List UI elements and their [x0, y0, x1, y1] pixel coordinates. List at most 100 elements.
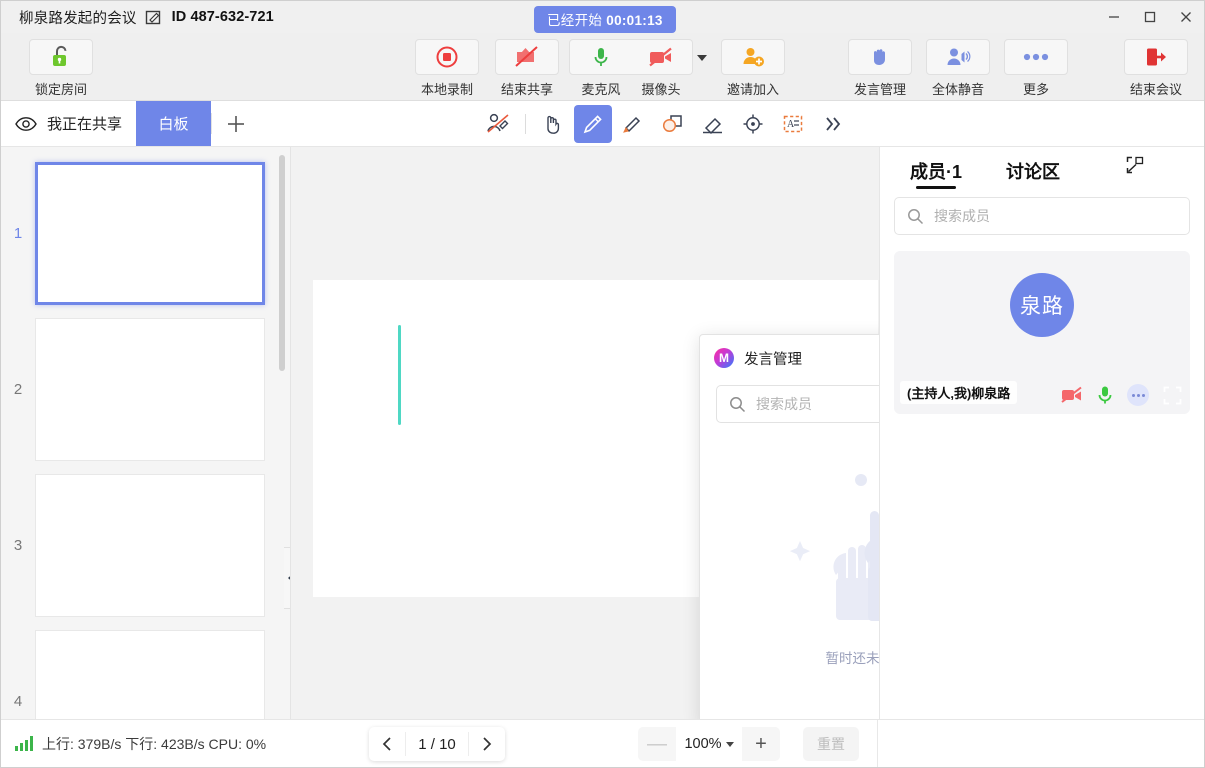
zoom-level-select[interactable]: 100%	[676, 727, 742, 761]
mute-all-label: 全体静音	[931, 82, 984, 97]
lock-room-icon-box	[29, 39, 93, 75]
slide-preview[interactable]	[35, 473, 265, 617]
edit-icon[interactable]	[145, 9, 162, 26]
close-button[interactable]	[1168, 1, 1204, 33]
shapes-icon[interactable]	[654, 105, 692, 143]
zoom-in-button[interactable]: +	[742, 727, 780, 761]
end-meeting-label: 结束会议	[1129, 82, 1182, 97]
search-icon	[730, 396, 746, 412]
speech-manage-icon-box	[848, 39, 912, 75]
title-bar: 柳泉路发起的会议 ID 487-632-721 已经开始 00:01:13	[1, 1, 1204, 33]
end-meeting-button[interactable]: 结束会议	[1120, 39, 1192, 98]
end-share-button[interactable]: 结束共享	[491, 39, 563, 98]
more-icon[interactable]	[1127, 384, 1149, 406]
dialog-title: 发言管理	[744, 351, 802, 368]
zoom-level-value: 100%	[684, 736, 722, 752]
slide-preview[interactable]	[35, 161, 265, 305]
logo-glyph: M	[719, 351, 729, 365]
slide-thumbnail[interactable]: 4	[1, 623, 290, 719]
eye-icon	[15, 116, 37, 131]
disable-annotation-icon[interactable]	[479, 105, 517, 143]
dialog-search-input[interactable]: 搜索成员	[716, 385, 879, 423]
camera-button[interactable]: 摄像头	[629, 39, 693, 98]
slide-number: 2	[13, 380, 23, 398]
laser-pointer-icon[interactable]	[734, 105, 772, 143]
camera-label: 摄像头	[641, 82, 681, 97]
participant-tile[interactable]: 泉路 (主持人,我)柳泉路	[894, 251, 1190, 414]
stop-share-icon	[515, 46, 538, 67]
eraser-icon[interactable]	[694, 105, 732, 143]
dialog-search-placeholder: 搜索成员	[756, 396, 812, 412]
timer-prefix: 已经开始	[547, 13, 603, 28]
main-toolbar: 锁定房间 本地录制 结束共享 麦克风 摄像头 邀请加入 发言管理 全体静音 更多…	[1, 33, 1204, 101]
mute-all-button[interactable]: 全体静音	[922, 39, 994, 98]
participant-controls	[1061, 384, 1182, 406]
empty-state-text: 暂时还未有人申请发言	[825, 651, 880, 666]
app-logo-icon: M	[714, 348, 734, 368]
mute-all-icon	[947, 48, 971, 65]
ellipsis-icon	[1023, 53, 1049, 61]
end-share-icon-box	[495, 39, 559, 75]
fullscreen-icon[interactable]	[1163, 386, 1182, 405]
microphone-icon[interactable]	[1097, 385, 1113, 405]
chevron-down-icon	[725, 741, 734, 747]
zoom-out-button[interactable]: —	[638, 727, 676, 761]
exit-door-icon	[1147, 48, 1166, 66]
tab-whiteboard[interactable]: 白板	[136, 101, 212, 146]
unlocked-padlock-icon	[53, 45, 67, 66]
zoom-controls: — 100% +	[638, 727, 780, 761]
microphone-button[interactable]: 麦克风	[569, 39, 633, 98]
meeting-id: ID 487-632-721	[171, 9, 274, 25]
hand-pointer-icon[interactable]	[534, 105, 572, 143]
slide-thumbnail-panel: 1 2 3 4	[1, 147, 291, 719]
thumbnail-scrollbar[interactable]	[279, 155, 285, 371]
next-page-button[interactable]	[469, 727, 505, 761]
member-search-input[interactable]: 搜索成员	[894, 197, 1190, 235]
network-status: 上行: 379B/s 下行: 423B/s CPU: 0%	[1, 734, 266, 754]
slide-thumbnail[interactable]: 2	[1, 311, 290, 467]
pencil-icon[interactable]	[574, 105, 612, 143]
timer-value: 00:01:13	[606, 13, 663, 28]
highlighter-icon[interactable]	[614, 105, 652, 143]
whiteboard-toolbar: A	[479, 101, 852, 147]
network-stats: 上行: 379B/s 下行: 423B/s CPU: 0%	[42, 735, 267, 752]
tab-members[interactable]: 成员·1	[888, 147, 984, 195]
slide-preview[interactable]	[35, 629, 265, 719]
speech-manage-button[interactable]: 发言管理	[844, 39, 916, 98]
chevron-left-icon	[382, 737, 391, 751]
prev-page-button[interactable]	[369, 727, 405, 761]
reset-button[interactable]: 重置	[803, 727, 859, 761]
minimize-button[interactable]	[1096, 1, 1132, 33]
add-tab-button[interactable]	[212, 101, 260, 146]
camera-off-icon[interactable]	[1061, 386, 1083, 404]
sharing-label: 我正在共享	[47, 116, 123, 133]
tool-divider	[525, 114, 526, 134]
camera-icon-box	[629, 39, 693, 75]
slide-thumbnail[interactable]: 3	[1, 467, 290, 623]
statusbar-divider	[877, 720, 878, 767]
slide-preview[interactable]	[35, 317, 265, 461]
meeting-title: 柳泉路发起的会议	[19, 10, 137, 27]
chevron-right-icon	[483, 737, 492, 751]
slide-number: 4	[13, 692, 23, 710]
record-icon-box	[415, 39, 479, 75]
main-body: 1 2 3 4 M 发言管理 搜索成员 暂时还未 成员·1 讨论区 搜索成员 泉…	[1, 147, 1204, 719]
invite-button[interactable]: 邀请加入	[717, 39, 789, 98]
text-box-icon[interactable]: A	[774, 105, 812, 143]
collapse-left-icon[interactable]	[284, 547, 290, 609]
app-window: 柳泉路发起的会议 ID 487-632-721 已经开始 00:01:13 锁定…	[0, 0, 1205, 768]
record-button[interactable]: 本地录制	[411, 39, 483, 98]
camera-dropdown-caret-icon[interactable]	[697, 55, 707, 61]
slide-thumbnail[interactable]: 1	[1, 155, 290, 311]
popout-icon[interactable]	[1125, 155, 1145, 175]
page-indicator: 1 / 10	[418, 735, 456, 753]
maximize-button[interactable]	[1132, 1, 1168, 33]
more-button[interactable]: 更多	[1000, 39, 1072, 98]
tab-discussion[interactable]: 讨论区	[984, 147, 1082, 195]
whiteboard-canvas-area[interactable]: 搜索成员 M 发言管理 搜索成员	[291, 147, 879, 719]
add-user-icon	[743, 48, 764, 67]
chevron-double-right-icon[interactable]	[814, 105, 852, 143]
lock-room-button[interactable]: 锁定房间	[25, 39, 97, 98]
panel-tabs: 成员·1 讨论区	[880, 147, 1204, 195]
speech-manage-label: 发言管理	[853, 82, 906, 97]
